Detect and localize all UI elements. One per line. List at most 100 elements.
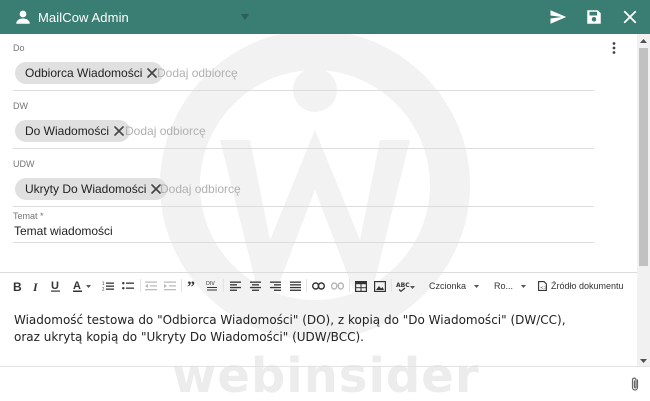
svg-text:B: B [13, 281, 22, 292]
text-color-icon: A [73, 280, 91, 292]
text-color-button[interactable]: A [73, 278, 93, 294]
align-left-button[interactable] [229, 278, 241, 294]
message-line: oraz ukrytą kopią do "Ukryty Do Wiadomoś… [14, 330, 364, 344]
scroll-up-button[interactable] [637, 34, 650, 47]
div-icon: DIV [206, 281, 217, 291]
source-label: Źródło dokumentu [551, 281, 624, 291]
cc-label: DW [13, 101, 28, 111]
subject-label: Temat * [13, 211, 44, 221]
source-icon: <> [538, 281, 547, 291]
align-right-button[interactable] [269, 278, 281, 294]
save-icon [587, 10, 601, 24]
outdent-button[interactable] [145, 278, 157, 294]
message-body[interactable]: Wiadomość testowa do "Odbiorca Wiadomośc… [14, 312, 566, 346]
toolbar-separator [181, 279, 182, 292]
underline-icon: U [51, 280, 60, 292]
subject-input[interactable] [14, 224, 574, 238]
numbered-list-button[interactable]: 12 [102, 278, 114, 294]
div-button[interactable]: DIV [206, 278, 218, 294]
arrow-up-icon [640, 38, 647, 43]
svg-text:”: ” [187, 281, 195, 291]
send-icon [550, 10, 567, 24]
source-button[interactable]: <> Źródło dokumentu [538, 278, 624, 294]
to-underline [13, 90, 594, 91]
align-justify-icon [289, 281, 301, 291]
account-selector[interactable]: MailCow Admin [14, 7, 129, 27]
svg-text:I: I [32, 281, 39, 292]
to-label: Do [13, 43, 25, 53]
svg-text:U: U [51, 280, 59, 292]
toolbar-separator [349, 279, 350, 292]
watermark-text: webinsider [172, 348, 480, 401]
to-recipient-chip[interactable]: Odbiorca Wiadomości [15, 62, 164, 84]
bold-button[interactable]: B [12, 278, 24, 294]
align-left-icon [229, 281, 241, 291]
unlink-button[interactable] [331, 278, 344, 294]
caret-down-icon [521, 284, 527, 288]
blockquote-button[interactable]: ” [187, 278, 199, 294]
font-family-label: Czcionka [429, 281, 467, 291]
account-icon [16, 10, 30, 24]
message-line: Wiadomość testowa do "Odbiorca Wiadomośc… [14, 313, 566, 327]
font-size-select[interactable]: Ro... [494, 278, 527, 294]
toolbar-separator [391, 279, 392, 292]
editor-toolbar: B I U A 12 ” DIV ABC Czcionka Ro... <> Ź… [0, 272, 637, 297]
close-icon [147, 68, 158, 78]
send-button[interactable] [546, 5, 570, 29]
close-icon [114, 126, 124, 136]
close-icon [623, 10, 637, 24]
font-family-select[interactable]: Czcionka [429, 278, 480, 294]
cc-recipient-chip[interactable]: Do Wiadomości [15, 120, 131, 142]
remove-recipient-button[interactable] [112, 124, 126, 138]
chip-label: Do Wiadomości [25, 124, 110, 138]
scrollbar-thumb[interactable] [639, 48, 648, 266]
toolbar-separator [140, 279, 141, 292]
subject-underline [13, 242, 594, 243]
align-right-icon [269, 281, 281, 291]
image-button[interactable] [373, 278, 386, 294]
svg-text:2: 2 [102, 287, 105, 292]
scrollbar[interactable] [637, 34, 650, 367]
attach-file-button[interactable] [628, 375, 642, 393]
bullet-list-icon [122, 282, 134, 290]
align-center-button[interactable] [249, 278, 261, 294]
compose-titlebar: MailCow Admin [0, 0, 650, 34]
cc-recipient-input[interactable] [125, 124, 265, 138]
link-button[interactable] [312, 278, 325, 294]
underline-button[interactable]: U [50, 278, 62, 294]
more-options-button[interactable] [608, 40, 620, 56]
more-vert-icon [612, 42, 616, 54]
close-button[interactable] [618, 5, 642, 29]
bcc-recipient-input[interactable] [160, 182, 300, 196]
bcc-underline [13, 206, 594, 207]
toolbar-separator [223, 279, 224, 292]
italic-icon: I [32, 281, 39, 292]
svg-text:ABC: ABC [396, 282, 410, 289]
italic-button[interactable]: I [31, 278, 43, 294]
caret-down-icon[interactable] [241, 14, 249, 20]
svg-text:<>: <> [540, 285, 547, 291]
to-recipient-input[interactable] [157, 66, 297, 80]
bcc-recipient-chip[interactable]: Ukryty Do Wiadomości [15, 178, 168, 200]
link-icon [312, 282, 325, 290]
bullet-list-button[interactable] [122, 278, 134, 294]
table-icon [354, 280, 367, 292]
indent-button[interactable] [164, 278, 176, 294]
quote-icon: ” [187, 281, 195, 291]
chip-label: Ukryty Do Wiadomości [25, 182, 147, 196]
spellcheck-button[interactable]: ABC [396, 278, 416, 294]
bcc-label: UDW [13, 159, 35, 169]
image-icon [373, 280, 386, 292]
toolbar-separator [306, 279, 307, 292]
save-button[interactable] [582, 5, 606, 29]
arrow-down-icon [640, 358, 647, 363]
align-justify-button[interactable] [289, 278, 301, 294]
outdent-icon [145, 281, 157, 291]
paperclip-icon [631, 377, 639, 391]
numbered-list-icon: 12 [102, 281, 114, 291]
chip-label: Odbiorca Wiadomości [25, 66, 143, 80]
spellcheck-icon: ABC [396, 282, 415, 292]
table-button[interactable] [354, 278, 367, 294]
svg-text:DIV: DIV [206, 281, 215, 287]
caret-down-icon [474, 284, 480, 288]
